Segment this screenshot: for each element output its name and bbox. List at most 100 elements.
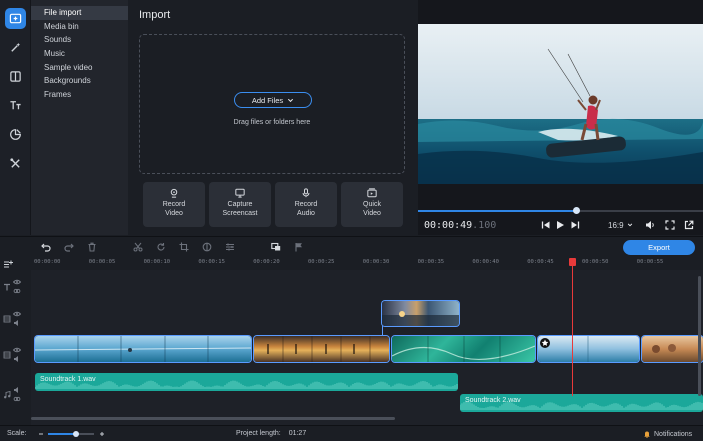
- crop-button[interactable]: [178, 241, 190, 253]
- drop-zone[interactable]: Add Files Drag files or folders here: [139, 34, 405, 174]
- audio-track-header: [3, 386, 29, 403]
- audio-clip-2[interactable]: Soundtrack 2.wav: [460, 394, 703, 412]
- stickers-tool-button[interactable]: [5, 124, 26, 145]
- audio-clip-label: Soundtrack 2.wav: [465, 397, 521, 404]
- clip-thumbnail: [392, 336, 535, 362]
- aspect-ratio-select[interactable]: 16:9: [608, 218, 633, 232]
- snapshot-button[interactable]: [665, 218, 675, 232]
- scale-label: Scale:: [7, 430, 27, 437]
- video-clip-1[interactable]: [35, 336, 251, 362]
- time-ruler[interactable]: 00:00:00 00:00:05 00:00:10 00:00:15 00:00:20…: [31, 256, 703, 270]
- category-media-bin[interactable]: Media bin: [31, 20, 128, 34]
- scale-slider-handle[interactable]: [73, 431, 79, 437]
- volume-button[interactable]: [645, 218, 655, 232]
- timecode-fraction: .100: [472, 220, 497, 231]
- bell-icon: [644, 431, 650, 438]
- rotate-button[interactable]: [155, 241, 167, 253]
- next-frame-button[interactable]: [570, 218, 580, 232]
- add-track-button[interactable]: [3, 259, 29, 269]
- video-preview[interactable]: [418, 24, 703, 184]
- category-music[interactable]: Music: [31, 47, 128, 61]
- split-button[interactable]: [132, 241, 144, 253]
- quick-video-icon: [367, 188, 377, 198]
- more-tools-button[interactable]: [5, 153, 26, 174]
- visibility-eye-icon[interactable]: [13, 278, 21, 286]
- category-sample-video[interactable]: Sample video: [31, 61, 128, 75]
- import-tool-button[interactable]: [5, 8, 26, 29]
- export-button[interactable]: Export: [623, 240, 695, 255]
- video-clip-4[interactable]: [538, 336, 639, 362]
- lock-link-icon[interactable]: [13, 395, 21, 403]
- quick-video-label-1: Quick: [363, 201, 381, 208]
- horizontal-scrollbar[interactable]: [31, 417, 395, 420]
- project-length: Project length: 01:27: [236, 430, 306, 437]
- mute-speaker-icon[interactable]: [13, 319, 21, 327]
- play-button[interactable]: [555, 218, 565, 232]
- color-adjust-button[interactable]: [201, 241, 213, 253]
- overlay-track-header: [3, 310, 29, 327]
- import-panel: Import Add Files Drag files or folders h…: [128, 0, 418, 235]
- ruler-tick-label: 00:00:20: [253, 259, 280, 265]
- mute-speaker-icon[interactable]: [13, 355, 21, 363]
- zoom-in-icon[interactable]: [99, 431, 105, 437]
- preview-scrubber[interactable]: [418, 207, 703, 214]
- category-file-import[interactable]: File import: [31, 6, 128, 20]
- playhead-line[interactable]: [572, 258, 573, 396]
- audio-clip-1[interactable]: Soundtrack 1.wav: [35, 373, 458, 391]
- transitions-tool-button[interactable]: [5, 66, 26, 87]
- category-frames[interactable]: Frames: [31, 88, 128, 102]
- audio-waveform: [35, 380, 458, 389]
- visibility-eye-icon[interactable]: [13, 346, 21, 354]
- project-length-value: 01:27: [288, 430, 307, 437]
- external-window-icon: [684, 220, 694, 230]
- titles-tool-button[interactable]: [5, 95, 26, 116]
- overlay-link-line: [382, 326, 383, 336]
- record-audio-label-1: Record: [294, 201, 318, 208]
- preview-panel: 00:00:49.100 16:9: [418, 0, 703, 235]
- record-video-button[interactable]: Record Video: [143, 182, 205, 227]
- notifications-label: Notifications: [654, 430, 693, 438]
- skip-back-icon: [541, 221, 550, 229]
- quick-video-label-2: Video: [363, 209, 381, 217]
- category-sounds[interactable]: Sounds: [31, 33, 128, 47]
- color-wheel-icon: [202, 242, 212, 252]
- undo-button[interactable]: [40, 241, 52, 253]
- previous-frame-button[interactable]: [541, 218, 551, 232]
- flag-icon: [295, 243, 302, 252]
- scale-slider[interactable]: [48, 431, 94, 437]
- overlay-icon: [271, 242, 281, 251]
- crop-icon: [179, 242, 189, 252]
- add-files-button[interactable]: Add Files: [234, 92, 312, 108]
- playhead-handle[interactable]: [569, 258, 576, 266]
- notifications-button[interactable]: Notifications: [643, 430, 692, 438]
- video-clip-3[interactable]: [392, 336, 535, 362]
- capture-screencast-button[interactable]: Capture Screencast: [209, 182, 271, 227]
- undo-icon: [41, 243, 51, 252]
- transitions-icon: [10, 71, 21, 82]
- sticker-icon: [10, 129, 21, 140]
- category-backgrounds[interactable]: Backgrounds: [31, 74, 128, 88]
- effects-tool-button[interactable]: [5, 37, 26, 58]
- overlay-clip[interactable]: [382, 301, 459, 326]
- delete-button[interactable]: [86, 241, 98, 253]
- mute-speaker-icon[interactable]: [13, 386, 21, 394]
- trash-icon: [88, 242, 96, 252]
- picture-in-picture-button[interactable]: [270, 241, 282, 253]
- redo-button[interactable]: [63, 241, 75, 253]
- timeline-tracks[interactable]: Soundtrack 1.wav Soundtrack 2.wav: [31, 270, 703, 425]
- clip-thumbnail: [652, 344, 676, 353]
- visibility-eye-icon[interactable]: [13, 310, 21, 318]
- music-note-icon: [4, 390, 11, 398]
- quick-video-button[interactable]: Quick Video: [341, 182, 403, 227]
- clip-properties-button[interactable]: [224, 241, 236, 253]
- video-clip-2[interactable]: [254, 336, 389, 362]
- marker-button[interactable]: [293, 241, 305, 253]
- lock-link-icon[interactable]: [13, 287, 21, 295]
- vertical-scrollbar[interactable]: [698, 276, 701, 396]
- zoom-out-icon[interactable]: [38, 431, 44, 437]
- record-audio-button[interactable]: Record Audio: [275, 182, 337, 227]
- video-clip-5[interactable]: [642, 336, 703, 362]
- import-icon: [9, 13, 22, 24]
- scrubber-handle[interactable]: [572, 207, 580, 214]
- pop-out-button[interactable]: [684, 218, 694, 232]
